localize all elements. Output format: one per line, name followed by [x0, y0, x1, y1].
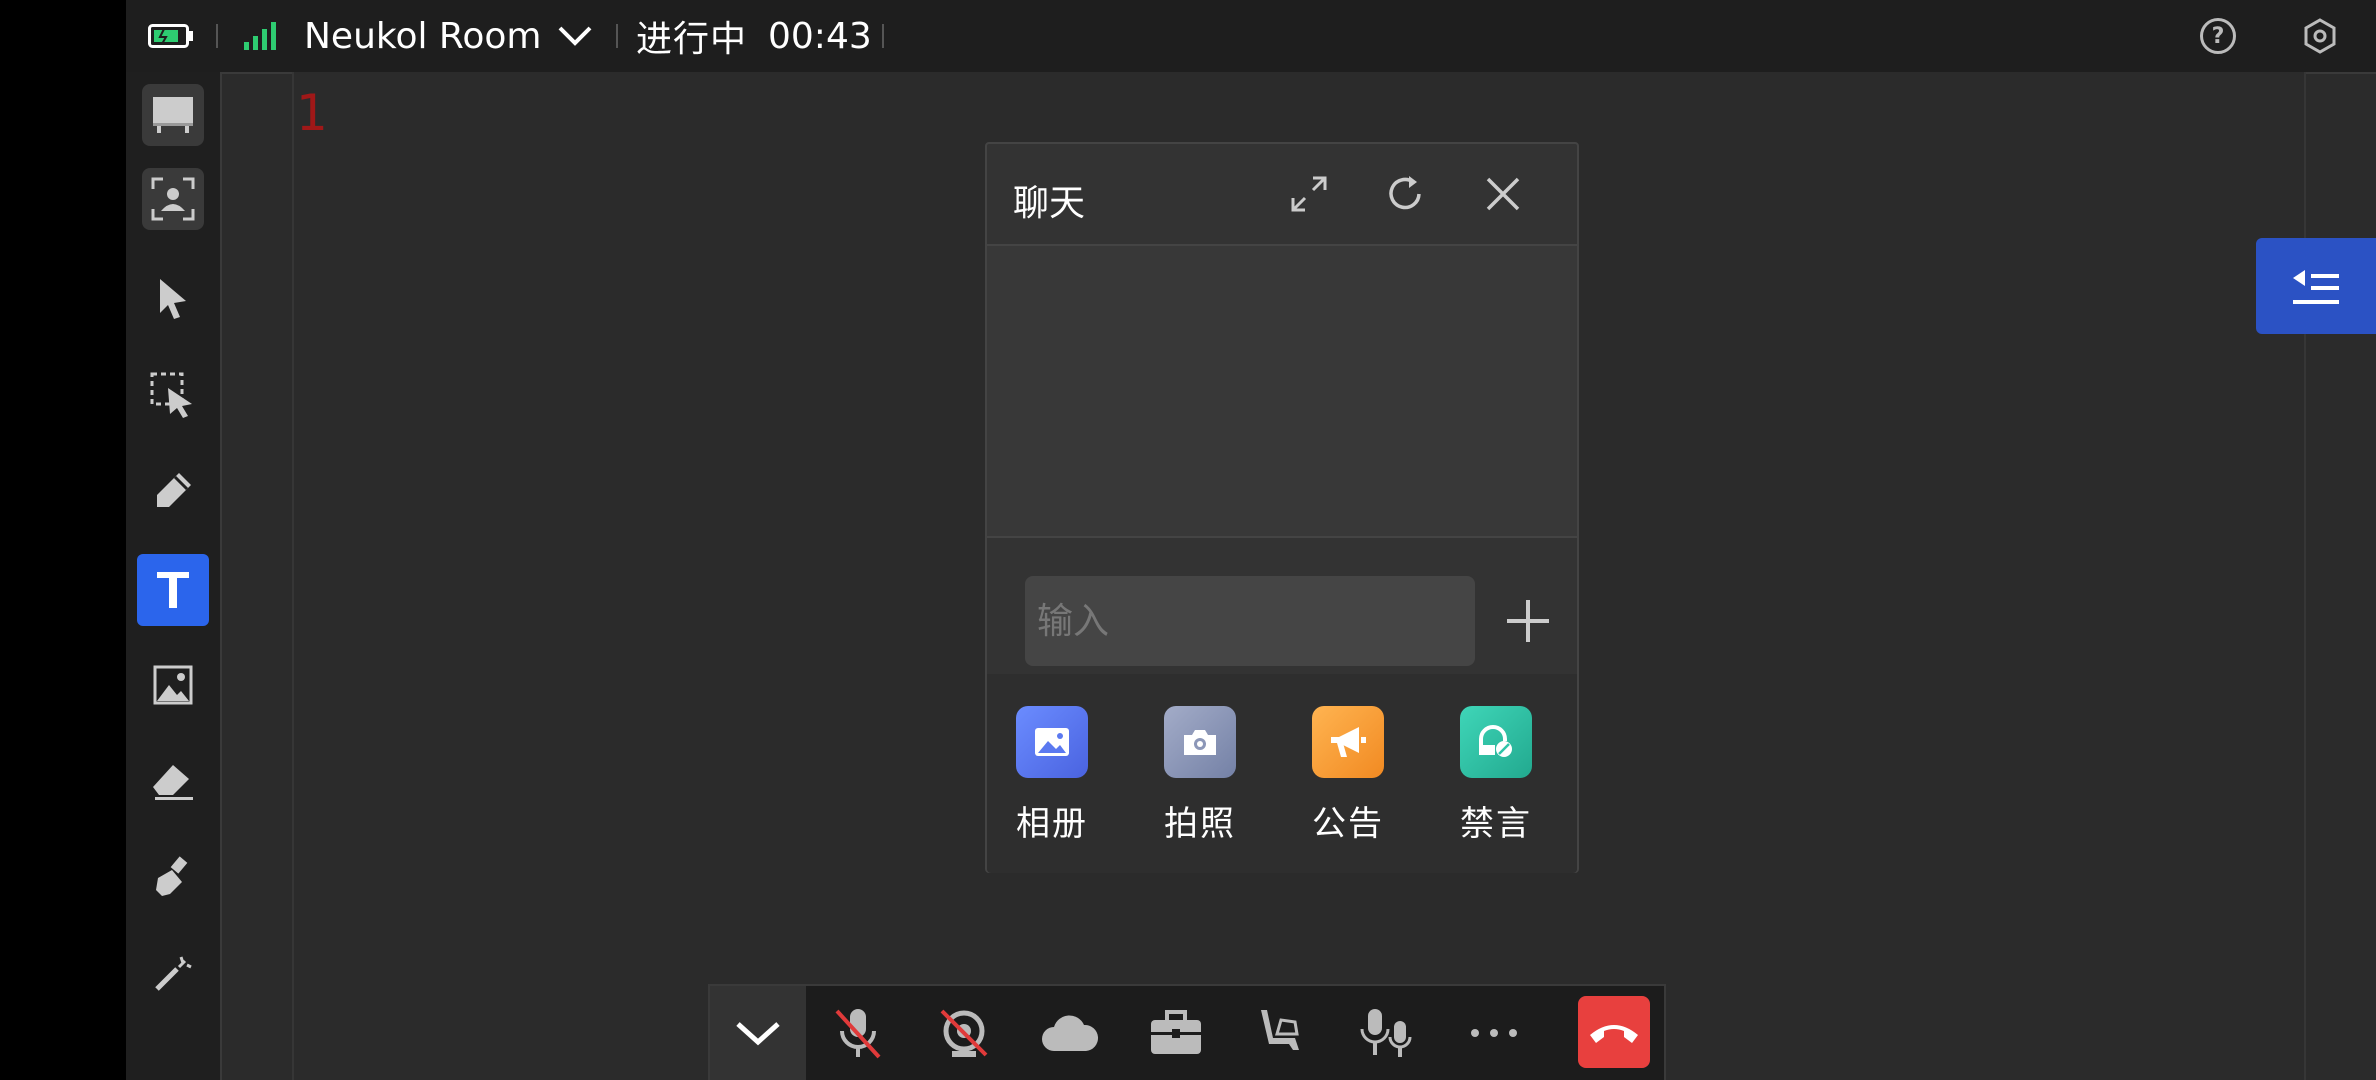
- hangup-icon[interactable]: [1578, 996, 1650, 1068]
- mute-chat-label: 禁言: [1460, 804, 1532, 844]
- briefcase-icon[interactable]: [1132, 986, 1220, 1080]
- image-icon[interactable]: [140, 652, 206, 718]
- chat-input[interactable]: [1025, 576, 1475, 666]
- top-bar: Neukol Room 进行中 00:43 ?: [126, 0, 2376, 74]
- camera-button[interactable]: 拍照: [1155, 706, 1245, 845]
- mute-chat-button[interactable]: 禁言: [1451, 706, 1541, 845]
- album-icon: [1016, 706, 1088, 778]
- expand-icon[interactable]: [1287, 172, 1331, 216]
- seat-icon[interactable]: [1238, 986, 1326, 1080]
- user-frame-icon[interactable]: [142, 168, 204, 230]
- left-toolbar: [126, 72, 222, 1080]
- camera-label: 拍照: [1164, 804, 1236, 844]
- mic-off-icon[interactable]: [814, 986, 902, 1080]
- camera-off-icon[interactable]: [920, 986, 1008, 1080]
- chat-action-bar: 相册 拍照 公告 禁言: [987, 674, 1577, 873]
- chat-input-row: [987, 538, 1577, 672]
- bottom-control-bar: [708, 984, 1666, 1080]
- album-label: 相册: [1016, 804, 1088, 844]
- expand-list-icon: [2293, 270, 2339, 304]
- eraser-icon[interactable]: [140, 748, 206, 814]
- chevron-down-icon: [557, 25, 593, 47]
- room-selector[interactable]: Neukol Room: [304, 0, 593, 72]
- plus-icon[interactable]: [1503, 596, 1553, 646]
- battery-icon: [148, 0, 194, 72]
- collapse-icon[interactable]: [710, 986, 806, 1080]
- select-icon[interactable]: [140, 362, 206, 428]
- mute-chat-icon: [1460, 706, 1532, 778]
- pointer-icon[interactable]: [140, 266, 206, 332]
- drawer-toggle-button[interactable]: [2256, 238, 2376, 334]
- meeting-status: 进行中: [636, 19, 748, 60]
- page-number: 1: [296, 84, 328, 142]
- chat-title: 聊天: [1013, 183, 1086, 224]
- text-icon[interactable]: [137, 554, 209, 626]
- signal-icon: [244, 0, 280, 72]
- cloud-icon[interactable]: [1026, 986, 1114, 1080]
- announcement-button[interactable]: 公告: [1303, 706, 1393, 845]
- more-icon[interactable]: [1450, 986, 1538, 1080]
- close-icon[interactable]: [1481, 172, 1525, 216]
- chat-panel: 聊天 相册 拍照: [985, 142, 1579, 873]
- clear-icon[interactable]: [140, 844, 206, 910]
- refresh-icon[interactable]: [1383, 172, 1427, 216]
- pen-icon[interactable]: [140, 458, 206, 524]
- microphones-icon[interactable]: [1344, 986, 1432, 1080]
- whiteboard-icon[interactable]: [142, 84, 204, 146]
- chat-header: 聊天: [987, 144, 1577, 246]
- album-button[interactable]: 相册: [1007, 706, 1097, 845]
- camera-icon: [1164, 706, 1236, 778]
- settings-icon[interactable]: [2302, 0, 2338, 72]
- announcement-icon: [1312, 706, 1384, 778]
- announcement-label: 公告: [1312, 804, 1384, 844]
- laser-icon[interactable]: [140, 940, 206, 1006]
- chat-message-list[interactable]: [987, 246, 1577, 538]
- room-name: Neukol Room: [304, 15, 542, 57]
- meeting-timer: 00:43: [768, 15, 872, 57]
- help-icon[interactable]: ?: [2200, 0, 2236, 72]
